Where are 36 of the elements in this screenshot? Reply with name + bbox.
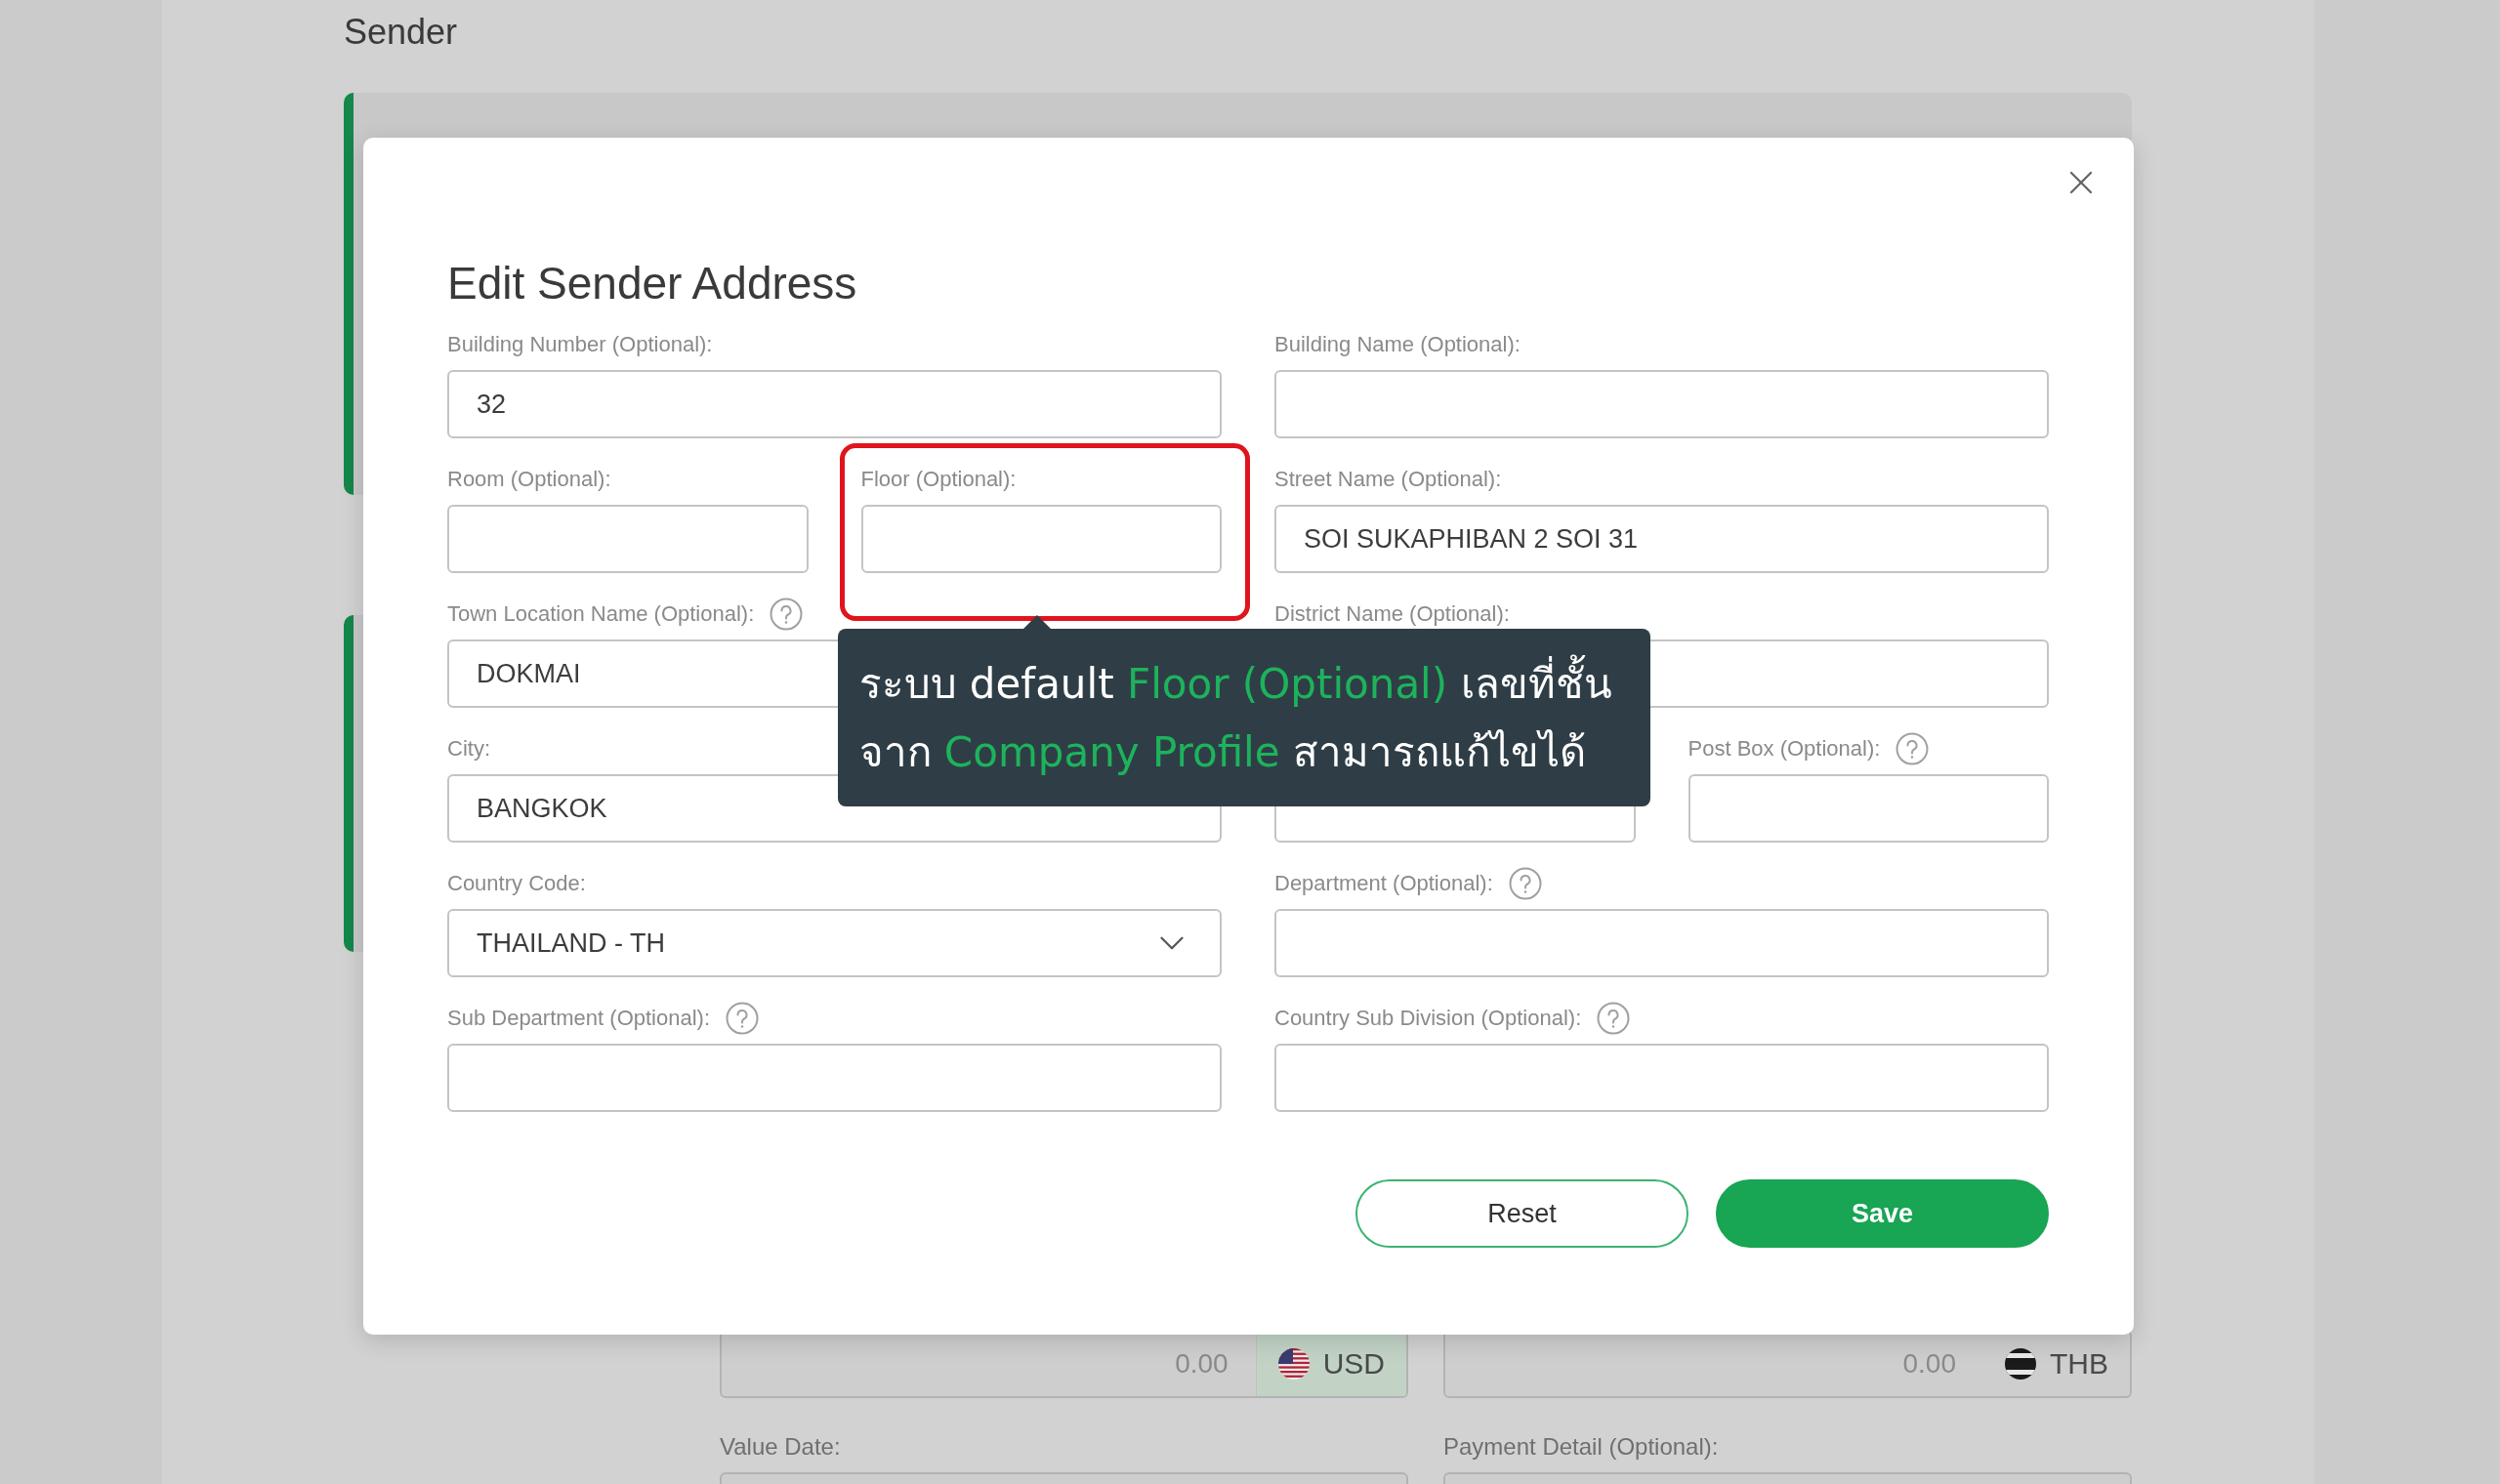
input-field[interactable] — [447, 1044, 1222, 1112]
field-label: Country Sub Division (Optional): — [1274, 1005, 1582, 1031]
select-field[interactable]: THAILAND - TH — [447, 909, 1222, 977]
field-label: Payment Detail (Optional): — [1443, 1433, 1720, 1461]
input-field[interactable] — [1274, 1044, 2049, 1112]
section-heading: Sender — [344, 12, 459, 54]
reset-button[interactable]: Reset — [1355, 1179, 1688, 1248]
dialog-title: Edit Sender Address — [447, 259, 858, 308]
currency-selector[interactable]: THB — [1983, 1332, 2130, 1396]
input-field[interactable] — [447, 505, 809, 573]
field-label: Post Box (Optional): — [1688, 735, 1881, 762]
field-label: Sub Department (Optional): — [447, 1005, 711, 1031]
input-field[interactable] — [860, 505, 1222, 573]
field-label: Room (Optional): — [447, 466, 611, 492]
input-field[interactable] — [1274, 370, 2049, 438]
help-icon[interactable] — [770, 597, 804, 631]
amount-field[interactable]: 0.00 THB — [1443, 1330, 2132, 1398]
field-label: Street Name (Optional): — [1274, 466, 1502, 492]
field-label: Department (Optional): — [1274, 870, 1493, 896]
input-field[interactable] — [1274, 909, 2049, 977]
input-field[interactable]: 32 — [447, 370, 1222, 438]
field-label: Building Name (Optional): — [1274, 331, 1521, 357]
help-icon[interactable] — [726, 1001, 760, 1035]
help-icon[interactable] — [1597, 1001, 1631, 1035]
field-label: Country Code: — [447, 870, 586, 896]
help-icon[interactable] — [1508, 866, 1542, 900]
field-label: Town Location Name (Optional): — [447, 600, 755, 627]
currency-selector[interactable]: USD — [1255, 1332, 1406, 1396]
field-label: Building Number (Optional): — [447, 331, 713, 357]
field-label: District Name (Optional): — [1274, 600, 1510, 627]
input-field[interactable] — [1688, 774, 2049, 843]
field-label: Floor (Optional): — [860, 466, 1017, 492]
field-label: City: — [447, 735, 490, 762]
input-field[interactable]: SOI SUKAPHIBAN 2 SOI 31 — [1274, 505, 2049, 573]
field-label: Value Date: — [720, 1433, 842, 1461]
help-icon[interactable] — [1896, 731, 1930, 765]
